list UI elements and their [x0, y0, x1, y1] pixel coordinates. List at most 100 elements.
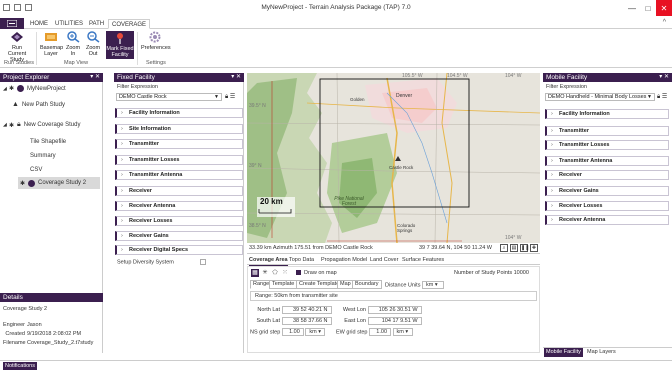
diversity-checkbox[interactable]: [200, 259, 207, 265]
map-coordinate-readout: 39 7 39.64 N, 104 50 11.24 W: [419, 245, 492, 251]
tab-coverage[interactable]: COVERAGE: [108, 19, 151, 29]
south-lat-row: South Lat 38 58 37.66 N: [254, 317, 332, 325]
tab-land-cover[interactable]: Land Cover: [370, 256, 398, 265]
run-current-study-button[interactable]: Run Current Study: [3, 31, 31, 63]
lock-icon[interactable]: 🔒︎: [225, 94, 228, 100]
draw-on-map[interactable]: Draw on map: [296, 270, 337, 276]
map-status-bar: 33.39 km Azimuth 175.51 from DEMO Castle…: [247, 243, 540, 254]
print-icon[interactable]: ▤: [510, 244, 518, 252]
mobile-section-transmitter[interactable]: › Transmitter: [545, 126, 669, 136]
east-lon-input[interactable]: 104 17 9.51 W: [367, 317, 422, 325]
project-explorer: Project Explorer ▾ ✕ ◢ ✱ MyNewProject ▲ …: [0, 73, 103, 293]
zoom-out-button[interactable]: Zoom Out: [84, 31, 102, 57]
zoom-in-button[interactable]: Zoom In: [64, 31, 82, 57]
section-site-information[interactable]: › Site Information: [115, 124, 243, 134]
panel-pin-icon[interactable]: ▾ ✕: [659, 73, 669, 82]
mobile-section-receiver-gains[interactable]: › Receiver Gains: [545, 186, 669, 196]
explorer-header: Project Explorer ▾ ✕: [0, 73, 103, 82]
gear-icon: [149, 31, 161, 43]
south-lat-input[interactable]: 38 58 37.66 N: [281, 317, 332, 325]
ns-grid-unit-select[interactable]: km ▾: [305, 328, 326, 336]
tree-item-coverage-study-2[interactable]: ✱ Coverage Study 2: [18, 177, 100, 189]
tab-surface-features[interactable]: Surface Features: [402, 256, 444, 265]
tree-item-csv[interactable]: CSV: [30, 167, 42, 173]
notifications-bar: Notifications: [0, 360, 672, 370]
chevron-right-icon: ›: [551, 203, 553, 209]
section-receiver-antenna[interactable]: › Receiver Antenna: [115, 201, 243, 211]
mobile-facility-select[interactable]: DEMO Handheld - Minimal Body Losses ▼: [545, 93, 655, 101]
fixed-facility-select[interactable]: DEMO Castle Rock ▼: [116, 93, 222, 101]
tree-item-path-study[interactable]: ▲ New Path Study: [12, 101, 65, 108]
menu-icon[interactable]: ☰: [662, 94, 667, 100]
tab-home[interactable]: HOME: [27, 19, 51, 29]
ns-grid-input[interactable]: 1.00: [281, 328, 304, 336]
pin-icon[interactable]: ✚: [530, 244, 538, 252]
map-view[interactable]: 105.5° W 104.5° W 104° W 104° W 39.5° N …: [247, 73, 540, 243]
details-study-name: Coverage Study 2: [3, 306, 48, 312]
mobile-section-transmitter-antenna[interactable]: › Transmitter Antenna: [545, 156, 669, 166]
setup-diversity-system: Setup Diversity System: [117, 259, 207, 265]
tree-item-summary[interactable]: Summary: [30, 153, 56, 159]
distance-units-select[interactable]: km ▾: [422, 281, 444, 289]
tab-utilities[interactable]: UTILITIES: [52, 19, 86, 29]
preferences-button[interactable]: Preferences: [141, 31, 171, 51]
panel-pin-icon[interactable]: ▾ ✕: [90, 73, 100, 82]
tab-propagation-model[interactable]: Propagation Model: [321, 256, 367, 265]
mobile-section-receiver-antenna[interactable]: › Receiver Antenna: [545, 215, 669, 225]
mobile-section-receiver[interactable]: › Receiver: [545, 170, 669, 180]
map-forest-label: Pike National Forest: [334, 196, 364, 207]
lock-icon[interactable]: 🔒︎: [657, 94, 660, 100]
notifications-tab[interactable]: Notifications: [3, 362, 37, 370]
close-button[interactable]: ✕: [656, 0, 672, 16]
search-icon[interactable]: ⌕: [500, 244, 508, 252]
ribbon-collapse-icon[interactable]: ^: [663, 19, 666, 26]
mobile-section-receiver-losses[interactable]: › Receiver Losses: [545, 201, 669, 211]
section-transmitter[interactable]: › Transmitter: [115, 139, 243, 149]
mark-fixed-facility-button[interactable]: Mark Fixed Facility: [106, 31, 134, 59]
tab-map-layers[interactable]: Map Layers: [585, 348, 618, 357]
chevron-right-icon: ›: [551, 188, 553, 194]
group-settings: Settings: [146, 60, 166, 66]
menu-icon[interactable]: ☰: [230, 94, 235, 100]
section-receiver-digital-specs[interactable]: › Receiver Digital Specs: [115, 245, 243, 255]
tab-mobile-facility[interactable]: Mobile Facility: [544, 348, 583, 357]
map-city-label: Colorado Springs: [397, 223, 416, 233]
west-lon-input[interactable]: 105 26 30.51 W: [367, 306, 422, 314]
minimize-button[interactable]: —: [624, 0, 640, 16]
pause-icon[interactable]: ❚❚: [520, 244, 529, 252]
file-menu-button[interactable]: [0, 18, 24, 29]
draw-on-map-checkbox[interactable]: [296, 270, 301, 276]
section-transmitter-losses[interactable]: › Transmitter Losses: [115, 155, 243, 165]
coverage-tab-bar: Coverage Area Topo Data Propagation Mode…: [247, 256, 540, 267]
mobile-section-facility-information[interactable]: › Facility Information: [545, 109, 669, 119]
points-icon[interactable]: ⁙: [281, 269, 289, 277]
panel-pin-icon[interactable]: ▾ ✕: [231, 73, 241, 82]
mobile-section-transmitter-losses[interactable]: › Transmitter Losses: [545, 140, 669, 150]
section-receiver-losses[interactable]: › Receiver Losses: [115, 216, 243, 226]
section-transmitter-antenna[interactable]: › Transmitter Antenna: [115, 170, 243, 180]
section-facility-information[interactable]: › Facility Information: [115, 108, 243, 118]
map-pin-icon: [117, 33, 123, 44]
north-lat-row: North Lat 39 52 40.21 N: [254, 306, 332, 314]
sun-icon[interactable]: ✳: [261, 269, 269, 277]
maximize-button[interactable]: □: [640, 0, 656, 16]
polygon-icon[interactable]: ⬠: [271, 269, 279, 277]
subtab-boundary[interactable]: Boundary: [352, 280, 382, 289]
subtab-template[interactable]: Template: [269, 280, 298, 289]
section-receiver[interactable]: › Receiver: [115, 186, 243, 196]
tree-item-coverage-study[interactable]: ◢ ✱ 🔒︎ New Coverage Study: [3, 121, 80, 129]
subtab-create-template[interactable]: Create Template: [296, 280, 343, 289]
tab-topo-data[interactable]: Topo Data: [289, 256, 314, 265]
grid-icon[interactable]: ▦: [251, 269, 259, 277]
ew-grid-input[interactable]: 1.00: [369, 328, 392, 336]
section-receiver-gains[interactable]: › Receiver Gains: [115, 231, 243, 241]
tab-path[interactable]: PATH: [86, 19, 107, 29]
map-lat-label: 39° N: [249, 163, 262, 169]
tree-item-tile-shapefile[interactable]: Tile Shapefile: [30, 139, 66, 145]
basemap-layer-button[interactable]: Basemap Layer: [40, 31, 63, 57]
north-lat-input[interactable]: 39 52 40.21 N: [281, 306, 332, 314]
ew-grid-unit-select[interactable]: km ▾: [392, 328, 413, 336]
map-distance-readout: 33.39 km Azimuth 175.51 from DEMO Castle…: [249, 245, 373, 251]
range-note: Range: 50km from transmitter site: [250, 291, 537, 301]
tree-item-project[interactable]: ◢ ✱ MyNewProject: [3, 85, 66, 92]
